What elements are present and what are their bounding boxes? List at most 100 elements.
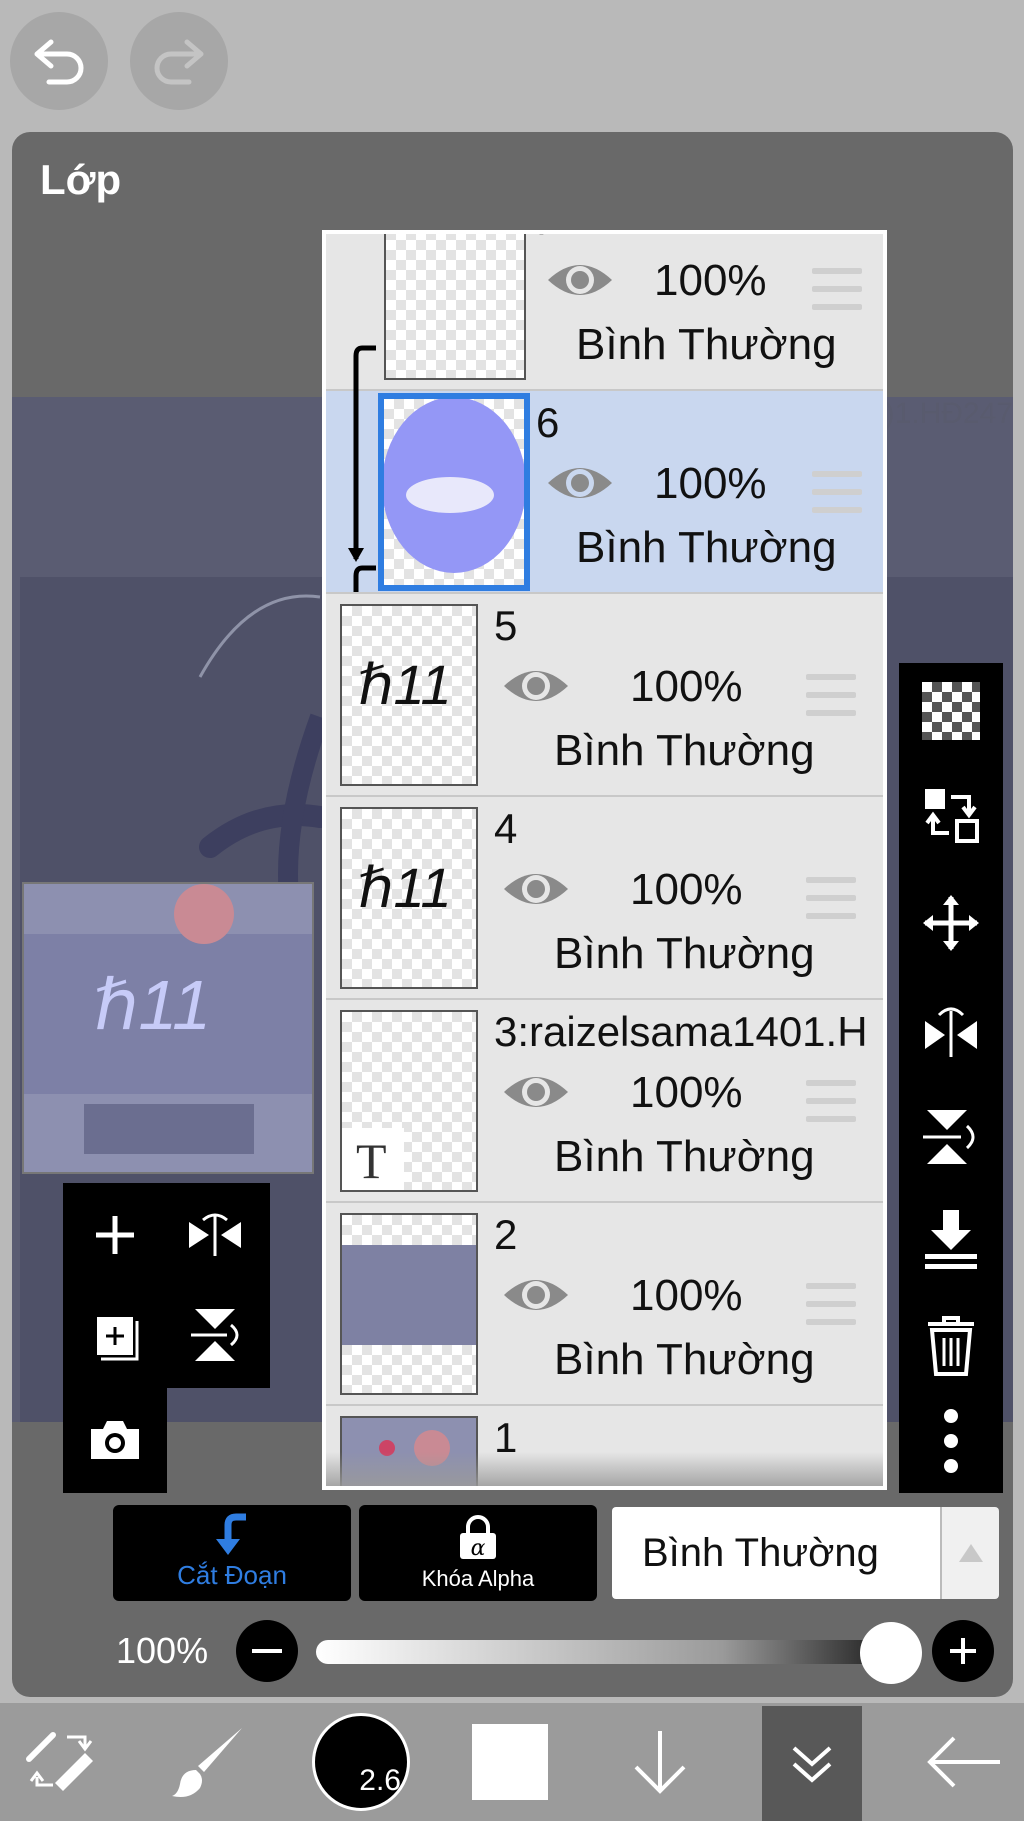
flip-horizontal-icon	[925, 1007, 977, 1057]
undo-button[interactable]	[10, 12, 108, 110]
layer-blend-mode: Bình Thường	[554, 929, 815, 978]
move-icon	[923, 895, 979, 951]
blend-mode-value: Bình Thường	[642, 1531, 879, 1575]
trash-icon	[928, 1316, 974, 1376]
clipping-arrow-icon	[216, 1513, 246, 1555]
layer-row[interactable]: T 3:raizelsama1401.H 100% Bình Thường	[326, 1000, 883, 1203]
add-layer-button[interactable]	[83, 1203, 147, 1267]
alpha-lock-button[interactable]: α Khóa Alpha	[359, 1505, 597, 1601]
visibility-toggle[interactable]	[500, 1269, 572, 1326]
clipping-button[interactable]: Cắt Đoạn	[113, 1505, 351, 1601]
visibility-toggle[interactable]	[500, 1066, 572, 1123]
layer-row-selected[interactable]: 6 100% Bình Thường	[326, 391, 883, 594]
layer-thumbnail	[340, 1213, 478, 1395]
redo-button[interactable]	[130, 12, 228, 110]
flip-horizontal-button[interactable]	[183, 1203, 247, 1267]
visibility-toggle[interactable]	[500, 863, 572, 920]
eye-icon	[504, 1280, 568, 1310]
brush-size-button[interactable]: 2.6	[306, 1703, 416, 1821]
visibility-toggle[interactable]	[544, 254, 616, 311]
list-fade	[326, 1452, 883, 1486]
text-layer-badge: T	[342, 1128, 404, 1190]
layer-list[interactable]: 7 100% Bình Thường 6 100% Bình Thường	[322, 230, 887, 1490]
layer-number: 5	[494, 602, 518, 649]
layer-thumb-text: ℏ11	[358, 653, 452, 716]
right-toolbar	[899, 663, 1003, 1493]
layer-blend-mode: Bình Thường	[554, 726, 815, 775]
camera-button[interactable]	[83, 1408, 147, 1472]
transparency-button[interactable]	[919, 679, 983, 743]
opacity-slider[interactable]	[316, 1640, 896, 1664]
left-tool-panel-2	[63, 1388, 167, 1493]
layer-row[interactable]: ℏ11 5 100% Bình Thường	[326, 594, 883, 797]
more-options-button[interactable]	[919, 1409, 983, 1473]
visibility-toggle[interactable]	[500, 660, 572, 717]
flip-vertical-icon	[923, 1110, 975, 1164]
reorder-handle[interactable]	[806, 674, 856, 728]
arrow-left-icon	[927, 1736, 1000, 1788]
eye-icon	[548, 265, 612, 295]
camera-icon	[91, 1421, 139, 1459]
swap-layer-button[interactable]	[919, 783, 983, 847]
lock-icon: α	[460, 1515, 496, 1561]
layer-thumbnail	[384, 234, 526, 380]
panel-title: Lớp	[40, 156, 122, 203]
layer-thumbnail: T	[340, 1010, 478, 1192]
reorder-handle[interactable]	[806, 1080, 856, 1134]
back-button[interactable]	[914, 1703, 1014, 1821]
brush-icon	[172, 1728, 242, 1797]
layer-opacity: 100%	[630, 1271, 743, 1320]
layer-opacity: 100%	[654, 459, 767, 508]
svg-text:α: α	[471, 1536, 486, 1561]
collapse-panel-button[interactable]	[762, 1706, 862, 1821]
layer-row[interactable]: 7 100% Bình Thường	[326, 234, 883, 391]
brush-eraser-toggle[interactable]	[0, 1703, 124, 1821]
brush-button[interactable]	[150, 1703, 270, 1821]
text-layer-icon: T	[356, 1133, 387, 1189]
eye-icon	[548, 468, 612, 498]
delete-layer-button[interactable]	[919, 1313, 983, 1377]
brush-eraser-swap-icon	[26, 1732, 93, 1791]
layer-thumbnail: ℏ11	[340, 604, 478, 786]
move-button[interactable]	[919, 891, 983, 955]
blend-mode-dropdown-button[interactable]	[940, 1507, 999, 1599]
flip-horizontal-layer-button[interactable]	[919, 997, 983, 1061]
opacity-slider-handle[interactable]	[860, 1622, 922, 1684]
blend-mode-select[interactable]: Bình Thường	[612, 1507, 940, 1599]
layer-6-art	[384, 399, 524, 573]
flip-vertical-button[interactable]	[183, 1303, 247, 1367]
canvas-preview[interactable]: ℏ11	[22, 882, 314, 1174]
eye-icon	[504, 1077, 568, 1107]
layer-number: 7	[532, 234, 555, 244]
opacity-decrease-button[interactable]	[236, 1620, 298, 1682]
plus-icon	[96, 1216, 134, 1254]
eye-icon	[504, 671, 568, 701]
color-button[interactable]	[470, 1703, 550, 1821]
layer-thumbnail: ℏ11	[340, 807, 478, 989]
reorder-handle[interactable]	[812, 471, 862, 525]
scroll-down-button[interactable]	[620, 1703, 700, 1821]
layer-row[interactable]: ℏ11 4 100% Bình Thường	[326, 797, 883, 1000]
opacity-increase-button[interactable]	[932, 1620, 994, 1682]
flip-vertical-layer-button[interactable]	[919, 1105, 983, 1169]
layer-row[interactable]: 2 100% Bình Thường	[326, 1203, 883, 1406]
layer-opacity: 100%	[630, 865, 743, 914]
layer-thumbnail	[378, 393, 530, 591]
brush-size-circle-icon: 2.6	[312, 1713, 410, 1811]
duplicate-layer-button[interactable]	[83, 1303, 147, 1367]
clipping-arrow-icon	[348, 345, 376, 592]
brush-size-value: 2.6	[359, 1764, 401, 1797]
visibility-toggle[interactable]	[544, 457, 616, 514]
layer-blend-mode: Bình Thường	[576, 320, 837, 369]
reorder-handle[interactable]	[806, 1283, 856, 1337]
reorder-handle[interactable]	[812, 268, 862, 322]
more-vertical-icon	[944, 1409, 958, 1473]
merge-down-icon	[925, 1210, 977, 1269]
merge-down-button[interactable]	[919, 1207, 983, 1271]
layer-blend-mode: Bình Thường	[576, 523, 837, 572]
reorder-handle[interactable]	[806, 877, 856, 931]
duplicate-icon	[97, 1317, 139, 1361]
arrow-down-icon	[634, 1731, 686, 1794]
layer-thumb-text: ℏ11	[358, 856, 452, 919]
layer-number: 3:raizelsama1401.H	[494, 1008, 868, 1055]
